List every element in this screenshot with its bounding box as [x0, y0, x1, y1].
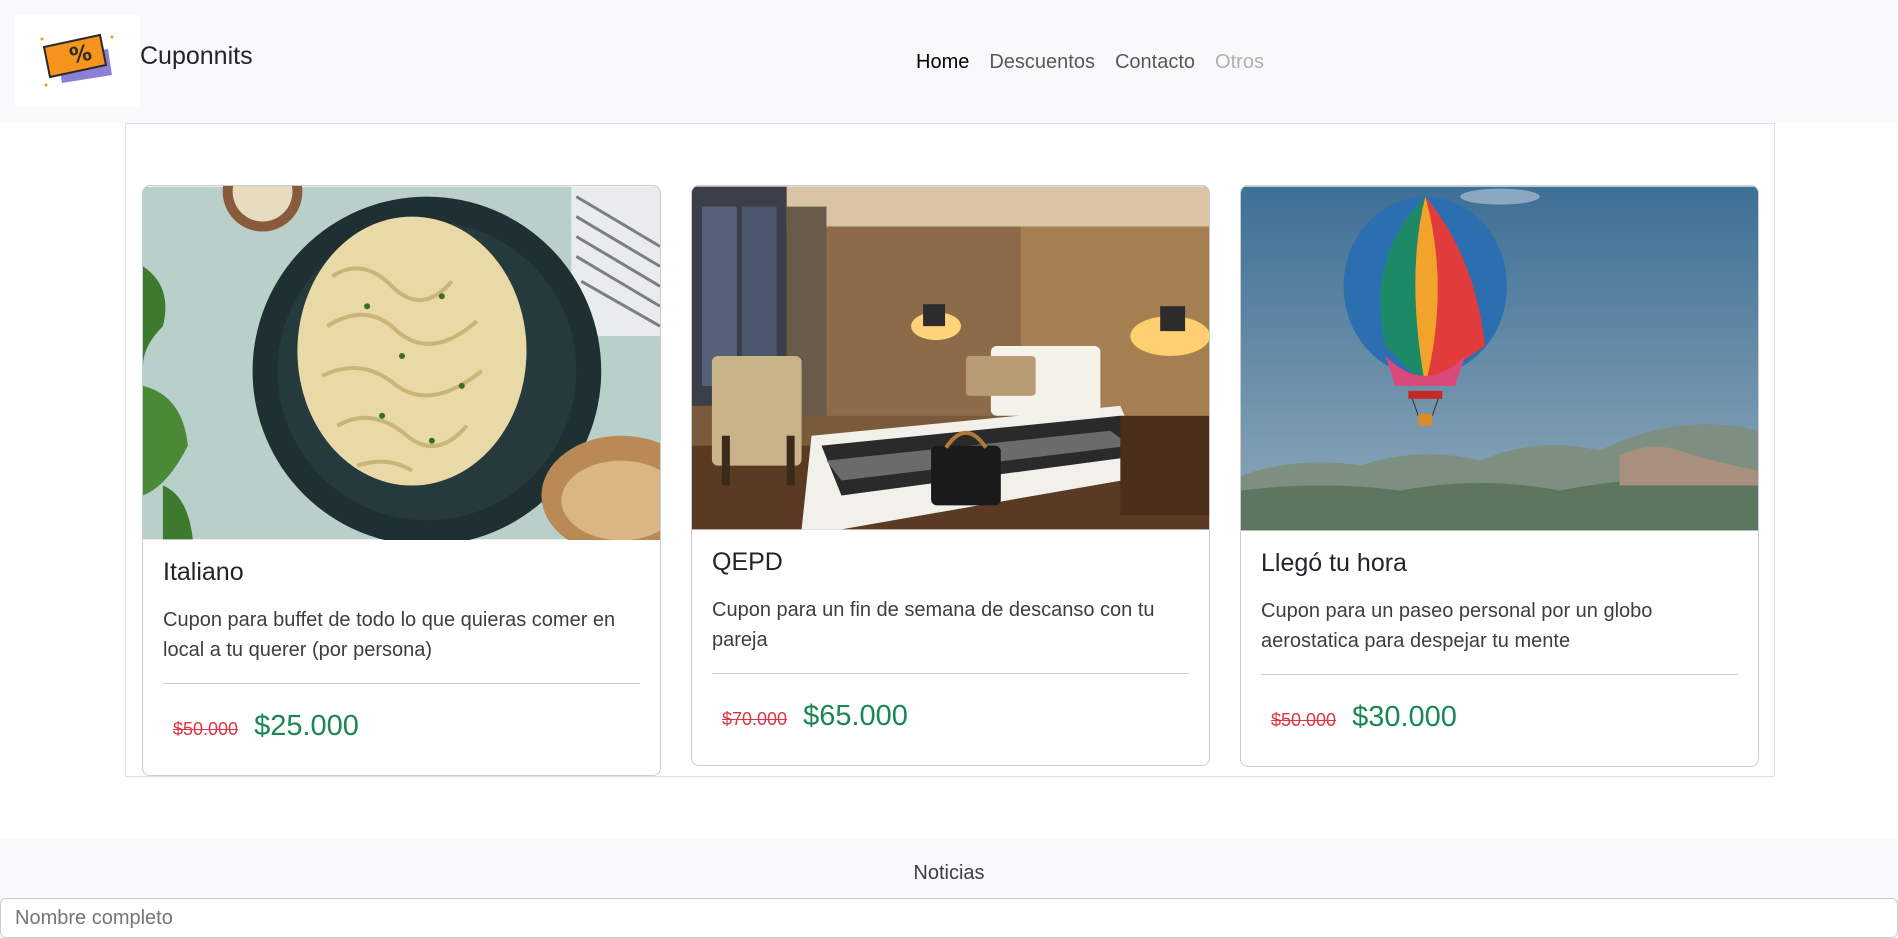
nav-link-descuentos[interactable]: Descuentos — [979, 48, 1105, 76]
price-row: $50.000 $30.000 — [1261, 675, 1738, 734]
old-price: $70.000 — [722, 709, 788, 729]
brand-name[interactable]: Cuponnits — [140, 42, 253, 71]
nav-link-home[interactable]: Home — [906, 48, 979, 76]
new-price: $30.000 — [1352, 701, 1457, 733]
card-description: Cupon para un fin de semana de descanso … — [712, 599, 1155, 651]
card-title: Llegó tu hora — [1261, 549, 1407, 577]
hotel-room-image — [692, 186, 1209, 530]
news-title: Noticias — [913, 862, 985, 884]
nav-link-contacto[interactable]: Contacto — [1105, 48, 1205, 76]
coupon-card-llego-tu-hora[interactable]: Llegó tu hora Cupon para un paseo person… — [1240, 185, 1759, 767]
coupon-card-qepd[interactable]: QEPD Cupon para un fin de semana de desc… — [691, 185, 1210, 766]
new-price: $65.000 — [803, 700, 908, 732]
navbar: % Cuponnits Home Descuentos Contacto Otr… — [0, 0, 1898, 123]
nav-link-otros: Otros — [1215, 51, 1264, 73]
brand-logo[interactable]: % — [15, 15, 140, 107]
nav-menu: Home Descuentos Contacto Otros — [906, 48, 1274, 76]
coupon-card-italiano[interactable]: Italiano Cupon para buffet de todo lo qu… — [142, 185, 661, 776]
hot-air-balloon-image — [1241, 186, 1758, 531]
old-price: $50.000 — [1271, 710, 1337, 730]
new-price: $25.000 — [254, 710, 359, 742]
price-row: $70.000 $65.000 — [712, 674, 1189, 733]
full-name-input[interactable] — [0, 898, 1898, 938]
card-description: Cupon para un paseo personal por un glob… — [1261, 600, 1653, 652]
pasta-image — [143, 186, 660, 540]
card-title: QEPD — [712, 548, 783, 576]
card-description: Cupon para buffet de todo lo que quieras… — [163, 609, 616, 661]
card-title: Italiano — [163, 558, 244, 586]
price-row: $50.000 $25.000 — [163, 684, 640, 743]
old-price: $50.000 — [173, 719, 239, 739]
percent-ticket-icon: % — [40, 33, 113, 87]
coupon-container: Italiano Cupon para buffet de todo lo qu… — [125, 123, 1775, 777]
